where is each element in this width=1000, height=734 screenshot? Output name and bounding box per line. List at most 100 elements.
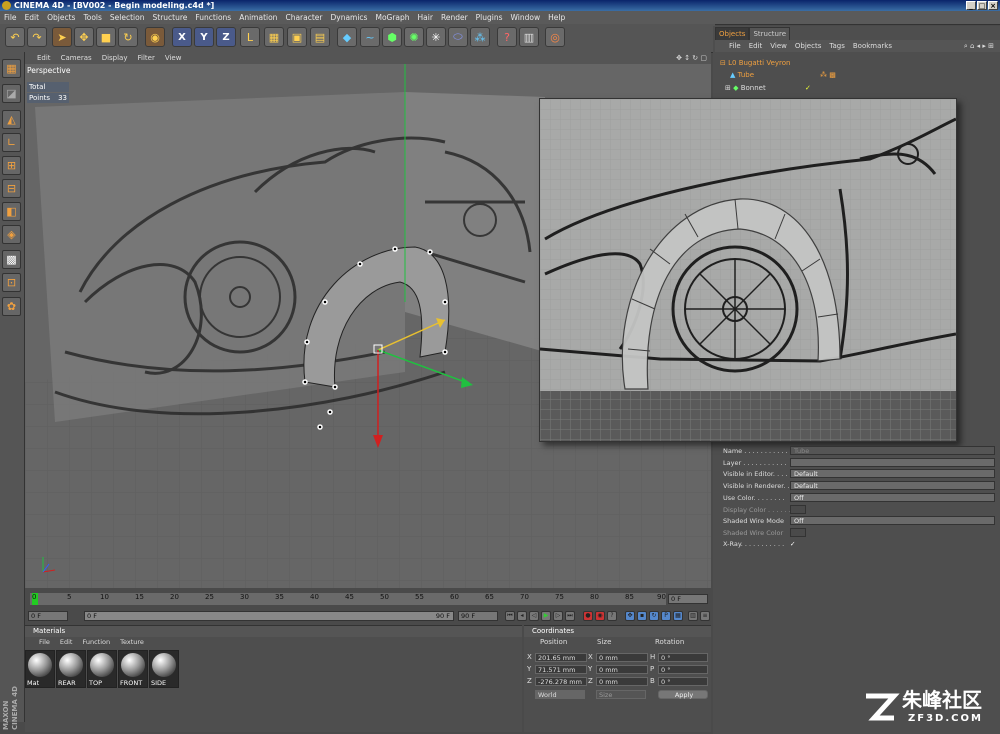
position-z-input[interactable]: -276.278 mm [535, 677, 587, 686]
timeline-ruler[interactable]: 0 5 10 15 20 25 30 35 40 45 50 55 60 65 … [30, 593, 666, 605]
browser-icon[interactable]: ◎ [545, 27, 565, 47]
coord-size-mode-dropdown[interactable]: Size [596, 690, 646, 699]
keyframe-selection-icon[interactable]: ? [607, 611, 617, 621]
play-icon[interactable]: ▶ [541, 611, 551, 621]
menu-functions[interactable]: Functions [191, 11, 235, 24]
menu-file[interactable]: File [0, 11, 21, 24]
visibility-check-icon[interactable]: ✓ [805, 82, 811, 94]
key-pla-icon[interactable]: ▦ [673, 611, 683, 621]
material-swatch[interactable]: SIDE [149, 650, 179, 688]
coordinate-system-icon[interactable]: L [240, 27, 260, 47]
rotate-icon[interactable]: ↻ [118, 27, 138, 47]
menu-render[interactable]: Render [437, 11, 472, 24]
material-swatch[interactable]: TOP [87, 650, 117, 688]
attr-shaded-wire-dropdown[interactable]: Off [790, 516, 995, 525]
material-swatch[interactable]: FRONT [118, 650, 148, 688]
material-swatch[interactable]: REAR [56, 650, 86, 688]
attr-display-color-swatch[interactable] [790, 505, 806, 514]
material-swatch[interactable]: Mat [25, 650, 55, 688]
select-arrow-icon[interactable]: ➤ [52, 27, 72, 47]
end-frame-field[interactable]: 90 F [458, 611, 498, 621]
viewport-nav-icons[interactable]: ✥ ↕ ↻ ▢ [676, 52, 707, 64]
prev-frame-icon[interactable]: ◁ [529, 611, 539, 621]
minimize-button[interactable]: _ [966, 1, 976, 10]
mat-menu-file[interactable]: File [25, 637, 55, 648]
mat-menu-texture[interactable]: Texture [115, 637, 149, 648]
light-icon[interactable]: ▥ [519, 27, 539, 47]
nurbs-icon[interactable]: ⬢ [382, 27, 402, 47]
particles-icon[interactable]: ⁂ [470, 27, 490, 47]
tag-icons[interactable]: ⁂ ▩ [820, 69, 836, 81]
x-axis-button[interactable]: X [172, 27, 192, 47]
axis-mode-icon[interactable]: ∟ [2, 133, 21, 152]
cube-icon[interactable]: ◆ [337, 27, 357, 47]
key-rotation-icon[interactable]: ↻ [649, 611, 659, 621]
viewport-menu-filter[interactable]: Filter [133, 52, 160, 64]
redo-icon[interactable]: ↷ [27, 27, 47, 47]
obj-menu-file[interactable]: File [715, 40, 745, 52]
object-item-bonnet[interactable]: ⊞ ◆ Bonnet [725, 82, 766, 94]
deformer-icon[interactable]: ✳ [426, 27, 446, 47]
points-mode-icon[interactable]: ⊞ [2, 156, 21, 175]
coord-mode-dropdown[interactable]: World [535, 690, 585, 699]
go-to-end-icon[interactable]: ⏭ [565, 611, 575, 621]
obj-menu-tags[interactable]: Tags [825, 40, 849, 52]
attr-name-field[interactable]: Tube [790, 446, 995, 455]
menu-edit[interactable]: Edit [21, 11, 44, 24]
move-icon[interactable]: ✥ [74, 27, 94, 47]
key-position-icon[interactable]: ✥ [625, 611, 635, 621]
mat-menu-edit[interactable]: Edit [55, 637, 78, 648]
edges-mode-icon[interactable]: ⊟ [2, 179, 21, 198]
menu-objects[interactable]: Objects [43, 11, 79, 24]
position-x-input[interactable]: 201.65 mm [535, 653, 587, 662]
menu-tools[interactable]: Tools [79, 11, 105, 24]
attr-visible-renderer-dropdown[interactable]: Default [790, 481, 995, 490]
timeline-menu-icon[interactable]: ≡ [700, 611, 710, 621]
maximize-button[interactable]: □ [977, 1, 987, 10]
close-button[interactable]: × [988, 1, 998, 10]
tab-structure[interactable]: Structure [749, 27, 791, 41]
go-to-start-icon[interactable]: ⏮ [505, 611, 515, 621]
viewport-menu-view[interactable]: View [160, 52, 187, 64]
attr-layer-field[interactable] [790, 458, 995, 467]
viewport-menu-edit[interactable]: Edit [25, 52, 56, 64]
mat-menu-function[interactable]: Function [77, 637, 115, 648]
obj-menu-bookmarks[interactable]: Bookmarks [849, 40, 896, 52]
obj-menu-edit[interactable]: Edit [745, 40, 767, 52]
attr-shaded-wire-color-swatch[interactable] [790, 528, 806, 537]
render-settings-icon[interactable]: ▤ [310, 27, 330, 47]
menu-character[interactable]: Character [281, 11, 326, 24]
current-frame-field[interactable]: 0 F [668, 594, 708, 604]
undo-icon[interactable]: ↶ [5, 27, 25, 47]
snap-icon[interactable]: ⊡ [2, 273, 21, 292]
size-z-input[interactable]: 0 mm [596, 677, 648, 686]
prev-key-icon[interactable]: ◂ [517, 611, 527, 621]
tab-objects[interactable]: Objects [715, 27, 750, 41]
menu-animation[interactable]: Animation [235, 11, 281, 24]
y-axis-button[interactable]: Y [194, 27, 214, 47]
camera-icon[interactable]: ? [497, 27, 517, 47]
rotation-b-input[interactable]: 0 ° [658, 677, 708, 686]
rotation-h-input[interactable]: 0 ° [658, 653, 708, 662]
array-icon[interactable]: ✺ [404, 27, 424, 47]
menu-mograph[interactable]: MoGraph [371, 11, 413, 24]
viewport-menu-cameras[interactable]: Cameras [56, 52, 97, 64]
rotation-p-input[interactable]: 0 ° [658, 665, 708, 674]
attr-xray-checkbox[interactable]: ✓ [790, 539, 795, 549]
key-param-icon[interactable]: P [661, 611, 671, 621]
render-picture-viewer-icon[interactable]: ▣ [287, 27, 307, 47]
start-frame-field[interactable]: 0 F [28, 611, 68, 621]
polygons-mode-icon[interactable]: ◧ [2, 202, 21, 221]
obj-menu-view[interactable]: View [766, 40, 791, 52]
key-scale-icon[interactable]: ▪ [637, 611, 647, 621]
tweak-mode-icon[interactable]: ◈ [2, 225, 21, 244]
object-item-tube[interactable]: ▲ Tube [730, 69, 754, 81]
menu-dynamics[interactable]: Dynamics [326, 11, 371, 24]
z-axis-button[interactable]: Z [216, 27, 236, 47]
viewport-menu-display[interactable]: Display [97, 52, 133, 64]
menu-structure[interactable]: Structure [149, 11, 192, 24]
render-view-icon[interactable]: ▦ [264, 27, 284, 47]
spline-icon[interactable]: ~ [360, 27, 380, 47]
live-selection-icon[interactable]: ◉ [145, 27, 165, 47]
scale-icon[interactable]: ■ [96, 27, 116, 47]
